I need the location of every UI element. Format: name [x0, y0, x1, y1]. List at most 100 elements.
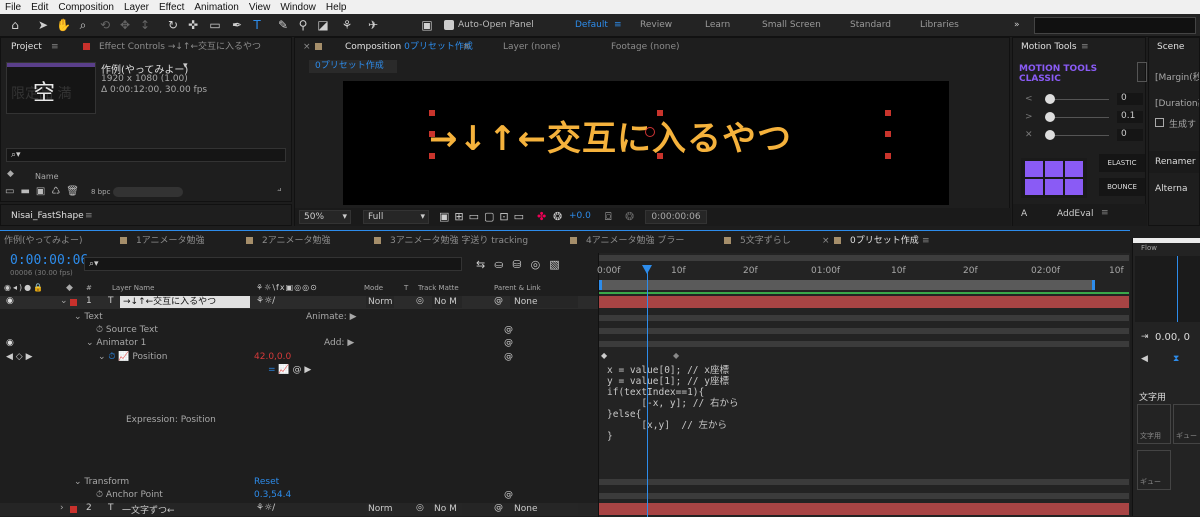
position-graph-icon[interactable]: 📈	[118, 352, 129, 362]
selection-tool-icon[interactable]: ➤	[36, 18, 50, 32]
label-tag-icon[interactable]: ◆	[7, 169, 14, 179]
channel-icon[interactable]: ✤	[537, 210, 546, 223]
anchor-grid-cell[interactable]	[1065, 161, 1083, 177]
comp-tab[interactable]: Composition 0プリセット作成	[345, 38, 473, 56]
expression-editor[interactable]: x = value[0]; // x座標 y = value[1]; // y座…	[607, 365, 738, 442]
slider2-value[interactable]: 0.1	[1117, 111, 1143, 123]
layer2-label-color[interactable]	[70, 506, 77, 513]
exposure-reset-icon[interactable]: ❂	[553, 210, 562, 223]
position-value[interactable]: 42.0,0.0	[254, 351, 291, 364]
comp-timecode-field[interactable]: 0:00:00:06	[645, 210, 707, 224]
layer1-matte-icon[interactable]: ◎	[416, 296, 424, 306]
keyframe-diamond[interactable]: ◆	[673, 351, 679, 360]
slider2-thumb[interactable]	[1045, 112, 1055, 122]
brush-tool-icon[interactable]: ✎	[276, 18, 290, 32]
layer1-expand-icon[interactable]: ⌄	[60, 296, 68, 306]
workspace-small-screen[interactable]: Small Screen	[762, 14, 821, 37]
eraser-tool-icon[interactable]: ◪	[316, 18, 330, 32]
flow-curve-editor[interactable]	[1135, 256, 1200, 322]
anchor-grid-cell[interactable]	[1025, 179, 1043, 195]
menu-effect[interactable]: Effect	[154, 2, 189, 13]
text-group-row[interactable]: ⌄ Text	[74, 311, 103, 324]
motion-tools-menu-icon[interactable]: ≡	[1081, 38, 1089, 56]
timeline-tab-5[interactable]: 5文字ずらし	[740, 232, 791, 250]
project-search-input[interactable]: ⌕▾	[6, 148, 286, 162]
menu-help[interactable]: Help	[321, 2, 352, 13]
keyframe-nav-icons[interactable]: ◀ ◇ ▶	[6, 351, 33, 364]
bbox-handle-br[interactable]	[885, 153, 891, 159]
expression-menu-icon[interactable]: ▶	[304, 365, 311, 375]
comp-viewer-canvas[interactable]: →↓↑←交互に入るやつ	[343, 81, 949, 205]
timeline-tab-0[interactable]: 作例(やってみよー)	[4, 232, 83, 250]
rotate-tool-icon[interactable]: ↻	[166, 18, 180, 32]
puppet-tool-icon[interactable]: ✈	[366, 18, 380, 32]
quality-dropdown[interactable]: Full ▾	[363, 210, 429, 224]
project-menu-icon[interactable]: ≡	[51, 38, 59, 56]
menu-layer[interactable]: Layer	[119, 2, 154, 13]
menu-edit[interactable]: Edit	[26, 2, 53, 13]
menu-window[interactable]: Window	[275, 2, 321, 13]
orbit-tool-icon[interactable]: ⟲	[98, 18, 112, 32]
timeline-tab-4[interactable]: 4アニメータ勉強 ブラー	[586, 232, 684, 250]
layer-row-2[interactable]: › 2 T 一文字ずつ← ⚘☼/ Norm ◎ No M @ None	[0, 503, 598, 516]
position-pickwhip-icon[interactable]: @	[504, 351, 513, 364]
timeline-search-input[interactable]: ⌕▾	[84, 257, 462, 271]
source-text-row[interactable]: ⏱ Source Text	[96, 324, 158, 337]
project-scrollbar[interactable]	[113, 187, 183, 197]
timeline-tab-close-icon[interactable]: ×	[822, 232, 830, 250]
fastshape-menu-icon[interactable]: ≡	[85, 207, 93, 225]
timeline-tab-1[interactable]: 1アニメータ勉強	[136, 232, 205, 250]
slider1-value[interactable]: 0	[1117, 93, 1143, 105]
layer2-name[interactable]: 一文字ずつ←	[122, 503, 175, 516]
timeline-tab-2[interactable]: 2アニメータ勉強	[262, 232, 331, 250]
auto-open-checkbox[interactable]	[444, 20, 454, 30]
flow-prev-icon[interactable]: ◀	[1141, 354, 1148, 364]
elastic-button[interactable]: ELASTIC	[1099, 154, 1145, 172]
bounce-button[interactable]: BOUNCE	[1099, 178, 1145, 196]
exposure-value[interactable]: +0.0	[569, 211, 591, 221]
bbox-handle-tc[interactable]	[657, 110, 663, 116]
flow-preset-2[interactable]: ギュー	[1173, 404, 1200, 444]
bbox-handle-ml[interactable]	[429, 131, 435, 137]
timeline-graph-area[interactable]: 0:00f 10f 20f 01:00f 10f 20f 02:00f 10f …	[597, 253, 1130, 517]
flow-apply-icon[interactable]: ⧗	[1173, 354, 1179, 364]
help-search-field[interactable]	[1034, 17, 1196, 34]
flow-value[interactable]: 0.00, 0	[1155, 332, 1190, 343]
keyframe-diamond[interactable]: ◆	[601, 351, 607, 360]
workspace-libraries[interactable]: Libraries	[920, 14, 959, 37]
transform-row[interactable]: ⌄ Transform	[74, 476, 129, 489]
position-row[interactable]: ⌄ ⏱ 📈 Position	[98, 351, 167, 364]
viewer-text-layer[interactable]: →↓↑←交互に入るやつ	[429, 111, 792, 160]
comp-breadcrumb[interactable]: 0プリセット作成	[309, 60, 397, 73]
source-text-stopwatch-icon[interactable]: ⏱	[96, 325, 103, 335]
layer2-pickwhip-icon[interactable]: @	[494, 503, 503, 513]
animator-row[interactable]: ⌄ Animator 1	[86, 337, 146, 350]
layer1-mode[interactable]: Norm	[366, 296, 394, 308]
project-footer-icons[interactable]: ▭▬▣♺🗑	[5, 186, 85, 197]
timeline-tab-3[interactable]: 3アニメータ勉強 字送り tracking	[390, 232, 528, 250]
layer-viewer-tab[interactable]: Layer (none)	[503, 38, 560, 56]
bbox-handle-bc[interactable]	[657, 153, 663, 159]
menu-composition[interactable]: Composition	[53, 2, 119, 13]
workspace-review[interactable]: Review	[640, 14, 672, 37]
menu-animation[interactable]: Animation	[189, 2, 243, 13]
flow-preset-1[interactable]: 文字用	[1137, 404, 1171, 444]
chevron-right-icon[interactable]: >	[1025, 112, 1033, 122]
position-stopwatch-icon[interactable]: ⏱	[108, 352, 115, 362]
a-tab[interactable]: A	[1021, 209, 1027, 219]
bbox-handle-tr[interactable]	[885, 110, 891, 116]
layer2-duration-bar[interactable]	[599, 503, 1129, 515]
scene-generate-checkbox[interactable]	[1155, 118, 1164, 127]
slider3-value[interactable]: 0	[1117, 129, 1143, 141]
dolly-tool-icon[interactable]: ↕	[138, 18, 152, 32]
alterna-tab[interactable]: Alterna	[1149, 178, 1199, 200]
anchor-grid-cell[interactable]	[1045, 161, 1063, 177]
layer1-pickwhip-icon[interactable]: @	[494, 296, 503, 306]
layer2-matte[interactable]: No M	[432, 503, 462, 515]
layer2-mode[interactable]: Norm	[366, 503, 394, 515]
name-column-header[interactable]: Name	[35, 172, 59, 181]
layer2-matte-icon[interactable]: ◎	[416, 503, 424, 513]
effect-controls-tab[interactable]: Effect Controls →↓↑←交互に入るやつ	[99, 38, 279, 56]
anchor-pickwhip-icon[interactable]: @	[504, 489, 513, 502]
anchor-point-icon[interactable]	[645, 127, 655, 137]
